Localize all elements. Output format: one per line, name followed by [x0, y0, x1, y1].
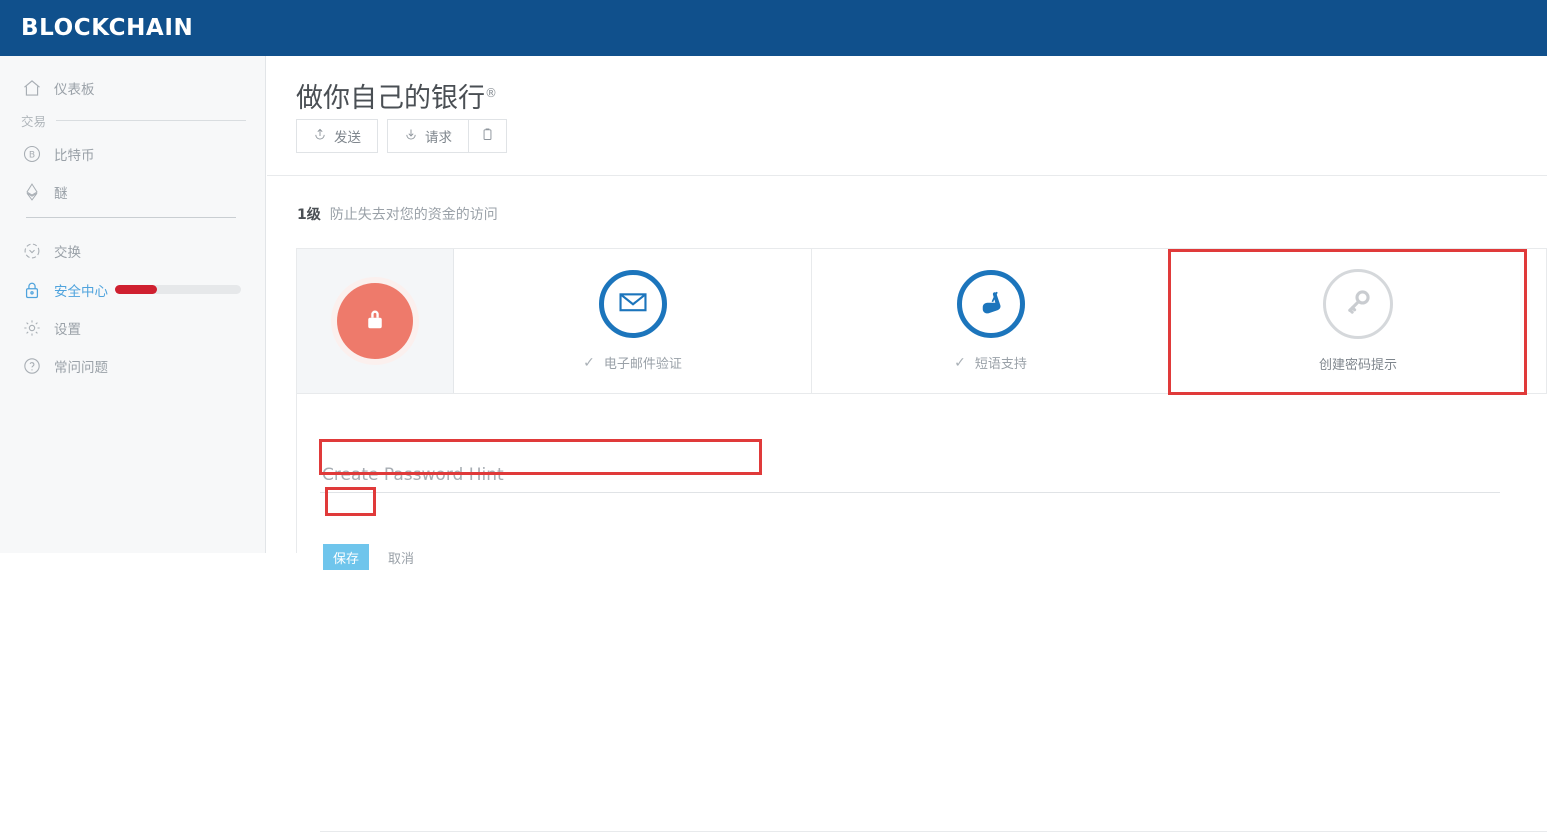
sidebar: 仪表板 交易 B 比特币 醚 交换 安全中心 设置 常问问题 [0, 56, 266, 553]
step-label: ✓ 电子邮件验证 [583, 353, 682, 373]
phone-hand-icon [973, 284, 1009, 325]
header-divider [267, 175, 1547, 176]
ethereum-icon [21, 181, 43, 203]
sidebar-item-settings[interactable]: 设置 [0, 313, 266, 343]
key-icon [1341, 285, 1375, 324]
page-title: 做你自己的银行® [296, 76, 497, 115]
step-label-text: 电子邮件验证 [603, 357, 682, 372]
top-header-bar: BLOCKCHAIN [0, 0, 1547, 56]
registered-mark: ® [485, 86, 497, 100]
upload-arrow-icon [313, 127, 327, 145]
sidebar-item-label: 设置 [54, 322, 81, 338]
envelope-icon-ring [598, 270, 667, 338]
check-icon: ✓ [954, 354, 966, 371]
copy-address-button[interactable] [468, 119, 507, 153]
form-card-left-border [296, 394, 297, 553]
lock-icon [360, 304, 390, 339]
envelope-icon [616, 285, 650, 324]
sidebar-item-dashboard[interactable]: 仪表板 [0, 73, 266, 103]
clipboard-icon [480, 127, 495, 146]
sidebar-item-label: 安全中心 [54, 284, 108, 300]
key-icon-ring [1323, 269, 1393, 339]
step-label: ✓ 短语支持 [954, 353, 1027, 373]
question-icon [21, 355, 43, 377]
sidebar-item-label: 醚 [54, 186, 68, 202]
request-button-group: 请求 [387, 119, 507, 153]
request-button-label: 请求 [425, 130, 452, 146]
exchange-icon [21, 240, 43, 262]
step-label: 创建密码提示 [1319, 354, 1397, 373]
page-title-text: 做你自己的银行 [296, 83, 485, 114]
sidebar-item-label: 比特币 [54, 148, 95, 164]
security-level-line: 1级 防止失去对您的资金的访问 [297, 204, 498, 224]
lock-status-circle [337, 283, 413, 359]
home-icon [21, 77, 43, 99]
action-button-row: 发送 请求 [296, 119, 507, 153]
main-content: 做你自己的银行® 发送 请求 1级 防止失去对您的资金的访问 ✓ 电子邮件验证 … [267, 56, 1547, 832]
sidebar-item-faq[interactable]: 常问问题 [0, 351, 266, 381]
blockchain-logo[interactable]: BLOCKCHAIN [21, 14, 193, 42]
step-label-text: 短语支持 [974, 357, 1027, 372]
send-button[interactable]: 发送 [296, 119, 378, 153]
security-level-badge: 1级 [297, 207, 321, 223]
save-button[interactable]: 保存 [323, 544, 369, 570]
step-email-verification[interactable]: ✓ 电子邮件验证 [454, 249, 812, 393]
step-label-text: 创建密码提示 [1318, 358, 1397, 373]
svg-text:B: B [29, 150, 35, 161]
security-level-description: 防止失去对您的资金的访问 [329, 207, 498, 223]
security-progress-fill [115, 285, 157, 294]
security-steps-card: ✓ 电子邮件验证 ✓ 短语支持 创建密码提示 [296, 248, 1547, 394]
step-create-password-hint[interactable]: 创建密码提示 [1170, 249, 1546, 393]
request-button[interactable]: 请求 [387, 119, 469, 153]
sidebar-section-label: 交易 [21, 113, 47, 129]
sidebar-item-exchange[interactable]: 交换 [0, 236, 266, 266]
sidebar-item-label: 仪表板 [54, 82, 95, 98]
sidebar-item-bitcoin[interactable]: B 比特币 [0, 139, 266, 169]
phone-hand-icon-ring [956, 270, 1025, 338]
bitcoin-icon: B [21, 143, 43, 165]
sidebar-section-transactions: 交易 [21, 110, 246, 130]
send-button-label: 发送 [334, 130, 361, 146]
check-icon: ✓ [583, 354, 595, 371]
security-progress-bar [115, 285, 241, 294]
download-arrow-icon [404, 127, 418, 145]
password-hint-input[interactable] [320, 457, 1500, 493]
step-sms-support[interactable]: ✓ 短语支持 [812, 249, 1170, 393]
sidebar-item-label: 常问问题 [54, 360, 108, 376]
lock-icon [21, 279, 43, 301]
gear-icon [21, 317, 43, 339]
sidebar-item-label: 交换 [54, 245, 81, 261]
cancel-button[interactable]: 取消 [388, 544, 414, 570]
sidebar-item-ether[interactable]: 醚 [0, 177, 266, 207]
sidebar-divider [26, 217, 236, 218]
section-divider [56, 119, 246, 121]
security-status-indicator [297, 249, 454, 393]
